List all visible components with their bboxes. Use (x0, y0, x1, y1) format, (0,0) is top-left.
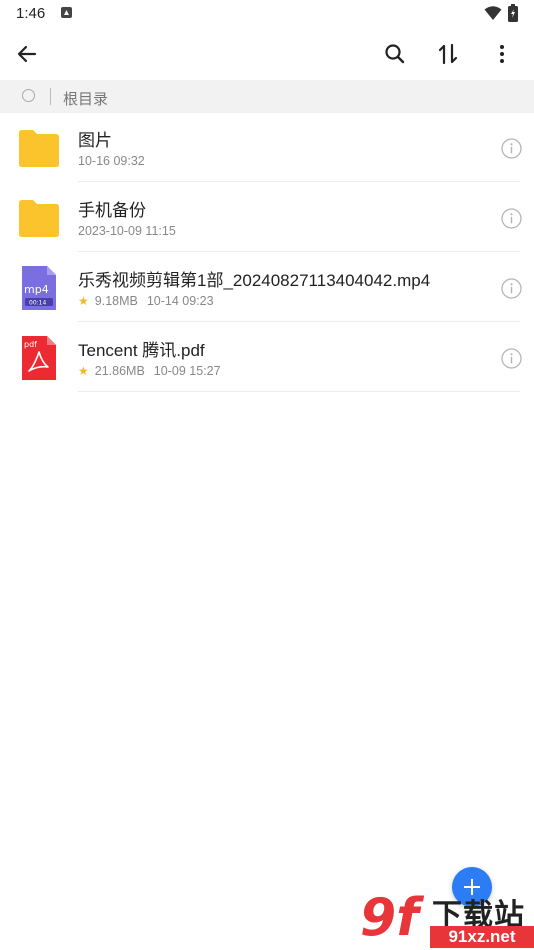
sort-button[interactable] (426, 28, 470, 80)
arrow-left-icon (17, 45, 37, 63)
file-meta: 2023-10-09 11:15 (78, 224, 176, 238)
search-icon (385, 44, 405, 64)
wifi-icon (484, 6, 502, 20)
info-icon[interactable] (501, 208, 522, 229)
status-time: 1:46 (16, 5, 46, 22)
more-options-button[interactable] (480, 28, 524, 80)
watermark: 9f 下载站 91xz.net (360, 886, 534, 950)
file-size: 21.86MB (94, 364, 145, 378)
breadcrumb-divider (50, 88, 51, 105)
file-meta: ★ 9.18MB 10-14 09:23 (78, 294, 214, 308)
info-icon[interactable] (501, 278, 522, 299)
back-button[interactable] (5, 28, 49, 80)
battery-icon (508, 4, 518, 22)
file-date: 10-14 09:23 (146, 294, 214, 308)
file-date: 10-16 09:32 (78, 154, 145, 168)
search-button[interactable] (373, 28, 417, 80)
row-divider (78, 251, 520, 252)
root-radio-icon[interactable] (22, 89, 35, 102)
file-row-phone-backup[interactable]: 手机备份 2023-10-09 11:15 (0, 183, 534, 252)
file-name: 乐秀视频剪辑第1部_20240827113404042.mp4 (78, 271, 431, 290)
star-icon: ★ (78, 294, 89, 308)
file-name: 手机备份 (78, 201, 146, 220)
file-name: 图片 (78, 131, 112, 150)
file-date: 2023-10-09 11:15 (78, 224, 176, 238)
row-divider (78, 321, 520, 322)
breadcrumb: 根目录 (0, 80, 534, 113)
row-divider (78, 181, 520, 182)
file-date: 10-09 15:27 (153, 364, 221, 378)
file-row-pictures[interactable]: 图片 10-16 09:32 (0, 113, 534, 182)
watermark-logo: 9f (360, 888, 419, 948)
sort-icon (438, 43, 458, 65)
video-duration: 00:14 (29, 300, 46, 307)
app-bar (0, 28, 534, 80)
folder-icon (19, 130, 59, 167)
file-meta: ★ 21.86MB 10-09 15:27 (78, 364, 221, 378)
status-bar: 1:46 (0, 0, 534, 28)
file-ext-label: pdf (24, 340, 37, 349)
row-divider (78, 391, 520, 392)
more-vertical-icon (500, 45, 504, 63)
file-name: Tencent 腾讯.pdf (78, 341, 205, 360)
notification-icon (61, 7, 72, 18)
info-icon[interactable] (501, 348, 522, 369)
file-size: 9.18MB (94, 294, 138, 308)
breadcrumb-root[interactable]: 根目录 (63, 88, 108, 109)
video-file-icon: mp4 00:14 (22, 266, 56, 310)
file-row-pdf[interactable]: pdf Tencent 腾讯.pdf ★ 21.86MB 10-09 15:27 (0, 323, 534, 392)
pdf-file-icon: pdf (22, 336, 56, 380)
star-icon: ★ (78, 364, 89, 378)
file-meta: 10-16 09:32 (78, 154, 145, 168)
watermark-url: 91xz.net (430, 926, 534, 948)
folder-icon (19, 200, 59, 237)
file-ext-label: mp4 (24, 283, 49, 296)
file-row-video[interactable]: mp4 00:14 乐秀视频剪辑第1部_20240827113404042.mp… (0, 253, 534, 322)
info-icon[interactable] (501, 138, 522, 159)
